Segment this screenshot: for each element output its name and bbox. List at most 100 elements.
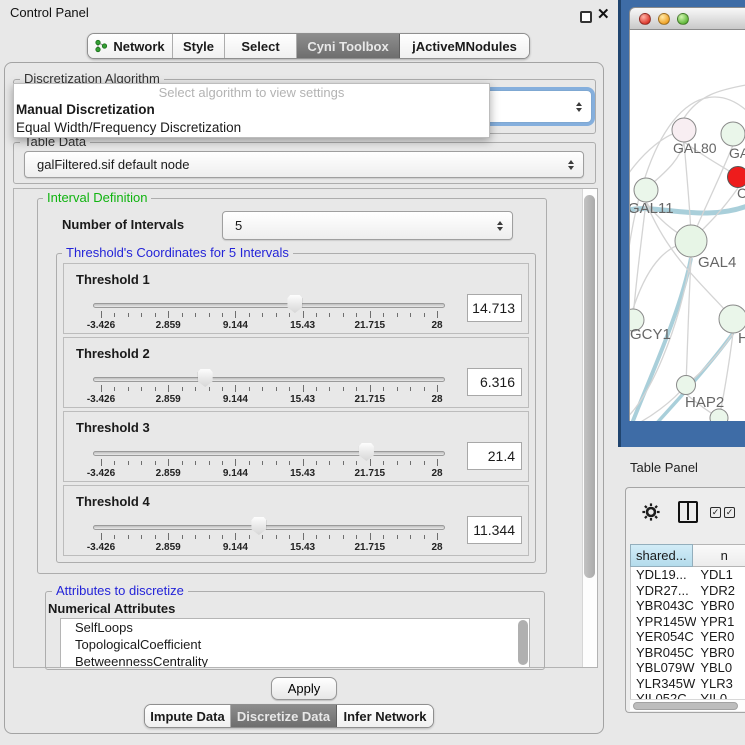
slider-thumb[interactable] (198, 369, 213, 387)
cell-shared-name: YBR045C (631, 645, 696, 661)
table-data-combo[interactable]: galFiltered.sif default node (24, 151, 584, 178)
scale-label: 21.715 (355, 468, 386, 479)
spinner-arrows-icon (576, 102, 582, 112)
tick-mark (316, 461, 317, 465)
network-node-GAL11[interactable] (634, 178, 658, 202)
list-scrollbar-thumb[interactable] (518, 620, 528, 665)
column-header-shared-name[interactable]: shared... (630, 544, 693, 567)
tick-mark (276, 313, 277, 317)
interval-definition-group-title: Interval Definition (43, 191, 151, 205)
network-node-GA[interactable] (721, 122, 745, 146)
table-row[interactable]: YER054CYER0 (631, 629, 745, 645)
tab-select[interactable]: Select (225, 34, 297, 58)
scale-label: -3.426 (87, 468, 115, 479)
tick-mark (128, 387, 129, 391)
cell-name: YBR0 (696, 598, 745, 614)
network-node-H[interactable] (719, 305, 745, 333)
table-row[interactable]: YBL079WYBL0 (631, 660, 745, 676)
threshold-4-value-field[interactable]: 11.344 (467, 516, 522, 544)
scale-label: 21.715 (355, 320, 386, 331)
table-row[interactable]: YDL19...YDL1 (631, 567, 745, 583)
minimize-traffic-light-icon[interactable] (658, 13, 670, 25)
tab-label: Select (241, 39, 279, 54)
tick-mark (383, 535, 384, 539)
tab-cyni-toolbox[interactable]: Cyni Toolbox (297, 34, 400, 58)
threshold-3-value-field[interactable]: 21.4 (467, 442, 522, 470)
tick-mark (343, 535, 344, 539)
attribute-item[interactable]: TopologicalCoefficient (61, 636, 529, 653)
network-node-HAP2[interactable] (677, 376, 696, 395)
close-traffic-light-icon[interactable] (639, 13, 651, 25)
table-row[interactable]: YPR145WYPR1 (631, 614, 745, 630)
split-columns-icon[interactable] (678, 501, 698, 523)
tab-network[interactable]: Network (88, 34, 173, 58)
slider-thumb[interactable] (251, 517, 266, 535)
dropdown-option-manual-discretization[interactable]: Manual Discretization (14, 101, 489, 119)
tick-mark (303, 459, 304, 466)
tick-mark (370, 385, 371, 392)
threshold-1-slider[interactable]: -3.4262.8599.14415.4321.71528 (93, 264, 445, 335)
table-row[interactable]: YBR045CYBR0 (631, 645, 745, 661)
tick-mark (222, 535, 223, 539)
zoom-traffic-light-icon[interactable] (677, 13, 689, 25)
table-hscrollbar-track[interactable] (630, 699, 745, 711)
tab-infer-network[interactable]: Infer Network (337, 705, 433, 727)
main-scrollbar-thumb[interactable] (584, 195, 595, 578)
tick-mark (437, 533, 438, 540)
slider-thumb[interactable] (287, 295, 302, 313)
tick-mark (276, 461, 277, 465)
threshold-3-slider[interactable]: -3.4262.8599.14415.4321.71528 (93, 412, 445, 483)
number-of-intervals-combo[interactable]: 5 (222, 211, 513, 240)
threshold-2-slider[interactable]: -3.4262.8599.14415.4321.71528 (93, 338, 445, 409)
spinner-arrows-icon (497, 221, 503, 231)
tick-mark (437, 459, 438, 466)
slider-thumb[interactable] (359, 443, 374, 461)
tick-mark (276, 535, 277, 539)
gear-icon[interactable] (642, 503, 660, 521)
network-node-label: HAP2 (685, 394, 724, 411)
tick-mark (209, 313, 210, 317)
slider-track[interactable] (93, 451, 445, 456)
table-hscrollbar-thumb[interactable] (633, 702, 738, 710)
table-row[interactable]: YLR345WYLR3 (631, 676, 745, 692)
tab-impute-data[interactable]: Impute Data (145, 705, 231, 727)
network-node-GAL4[interactable] (675, 225, 707, 257)
network-window-titlebar[interactable] (629, 7, 745, 30)
tab-discretize-data[interactable]: Discretize Data (231, 705, 337, 727)
cell-name: YIL0 (696, 691, 745, 699)
slider-track[interactable] (93, 525, 445, 530)
network-view-canvas[interactable]: GAL80GACGAL11GAL4GCY1HHAP2 (629, 30, 745, 421)
threshold-4-slider[interactable]: -3.4262.8599.14415.4321.71528 (93, 486, 445, 557)
network-node-label: GAL11 (630, 200, 674, 217)
tick-mark (168, 459, 169, 466)
slider-track[interactable] (93, 377, 445, 382)
slider-track[interactable] (93, 303, 445, 308)
tick-mark (155, 535, 156, 539)
scale-label: -3.426 (87, 542, 115, 553)
float-window-icon[interactable] (580, 11, 592, 23)
threshold-1-value-field[interactable]: 14.713 (467, 294, 522, 322)
checkbox-icon[interactable]: ✓ (724, 507, 735, 518)
tab-jactivemnodules[interactable]: jActiveMNodules (400, 34, 529, 58)
column-header-name[interactable]: n (693, 544, 745, 567)
checkbox-icon[interactable]: ✓ (710, 507, 721, 518)
tick-mark (249, 313, 250, 317)
attribute-item[interactable]: SelfLoops (61, 619, 529, 636)
attributes-group-title: Attributes to discretize (52, 584, 188, 598)
tick-mark (289, 313, 290, 317)
table-row[interactable]: YIL052CYIL0 (631, 691, 745, 699)
tick-mark (383, 387, 384, 391)
tick-mark (303, 311, 304, 318)
table-row[interactable]: YBR043CYBR0 (631, 598, 745, 614)
threshold-2-value-field[interactable]: 6.316 (467, 368, 522, 396)
apply-button[interactable]: Apply (271, 677, 337, 700)
close-icon[interactable]: ✕ (597, 5, 610, 23)
tab-style[interactable]: Style (173, 34, 225, 58)
network-node-GAL80[interactable] (672, 118, 696, 142)
number-of-intervals-label: Number of Intervals (62, 217, 184, 232)
control-panel-tabs: Network Style Select Cyni Toolbox jActiv… (87, 33, 530, 59)
attribute-item[interactable]: BetweennessCentrality (61, 653, 529, 668)
scale-label: -3.426 (87, 320, 115, 331)
table-row[interactable]: YDR27...YDR2 (631, 583, 745, 599)
dropdown-option-equal-width-frequency[interactable]: Equal Width/Frequency Discretization (14, 119, 489, 137)
